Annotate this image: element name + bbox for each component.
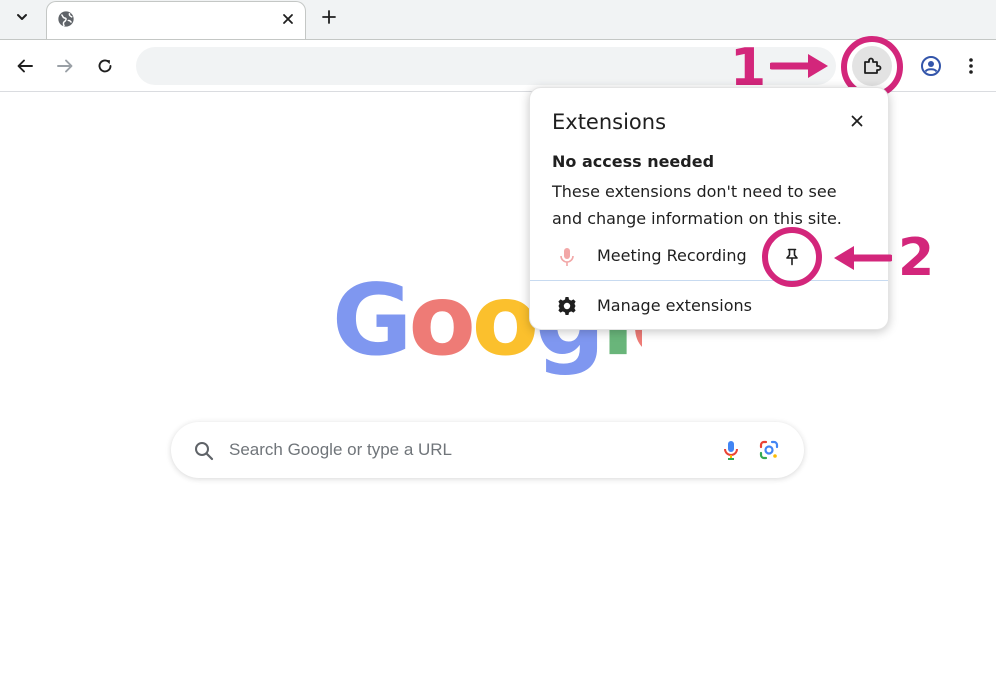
menu-button[interactable]: [956, 51, 986, 81]
tab-search-button[interactable]: [8, 4, 36, 30]
profile-icon: [921, 56, 941, 76]
annotation-ring-pin: [762, 227, 822, 287]
tab-close-button[interactable]: [277, 8, 299, 30]
tab-strip: [0, 0, 996, 39]
manage-extensions-label: Manage extensions: [597, 296, 752, 315]
reload-button[interactable]: [90, 51, 120, 81]
active-tab[interactable]: [46, 1, 306, 39]
close-icon: [851, 115, 863, 127]
voice-search-icon[interactable]: [719, 438, 743, 462]
search-input[interactable]: [229, 432, 699, 468]
plus-icon: [322, 10, 336, 24]
logo-letter: o: [408, 264, 472, 378]
extension-name: Meeting Recording: [597, 246, 747, 265]
chevron-down-icon: [17, 14, 27, 20]
new-tab-button[interactable]: [316, 4, 342, 30]
arrow-left-icon: [17, 59, 33, 73]
arrow-left-annotation-icon: [834, 246, 892, 270]
divider: [530, 280, 888, 281]
globe-icon: [58, 11, 74, 27]
browser-window: 1 Google Extensions No access ne: [0, 0, 996, 696]
back-button[interactable]: [10, 51, 40, 81]
forward-button[interactable]: [50, 51, 80, 81]
annotation-step-2: 2: [898, 228, 935, 288]
logo-letter: G: [332, 264, 408, 378]
search-box[interactable]: [171, 422, 804, 478]
microphone-icon: [560, 248, 574, 266]
close-icon: [283, 14, 293, 24]
more-vertical-icon: [969, 58, 973, 74]
profile-button[interactable]: [916, 51, 946, 81]
arrow-right-annotation-icon: [770, 54, 828, 78]
section-description: These extensions don't need to see and c…: [552, 182, 842, 228]
popup-title: Extensions: [552, 110, 667, 134]
extensions-popup: Extensions No access needed These extens…: [529, 87, 889, 330]
arrow-right-icon: [57, 59, 73, 73]
gear-icon: [558, 297, 576, 315]
search-icon: [195, 442, 214, 461]
section-heading: No access needed: [552, 152, 715, 171]
popup-close-button[interactable]: [844, 108, 870, 134]
manage-extensions-item[interactable]: Manage extensions: [530, 282, 888, 328]
reload-icon: [98, 59, 112, 73]
lens-search-icon[interactable]: [757, 438, 781, 462]
logo-letter: o: [472, 264, 536, 378]
